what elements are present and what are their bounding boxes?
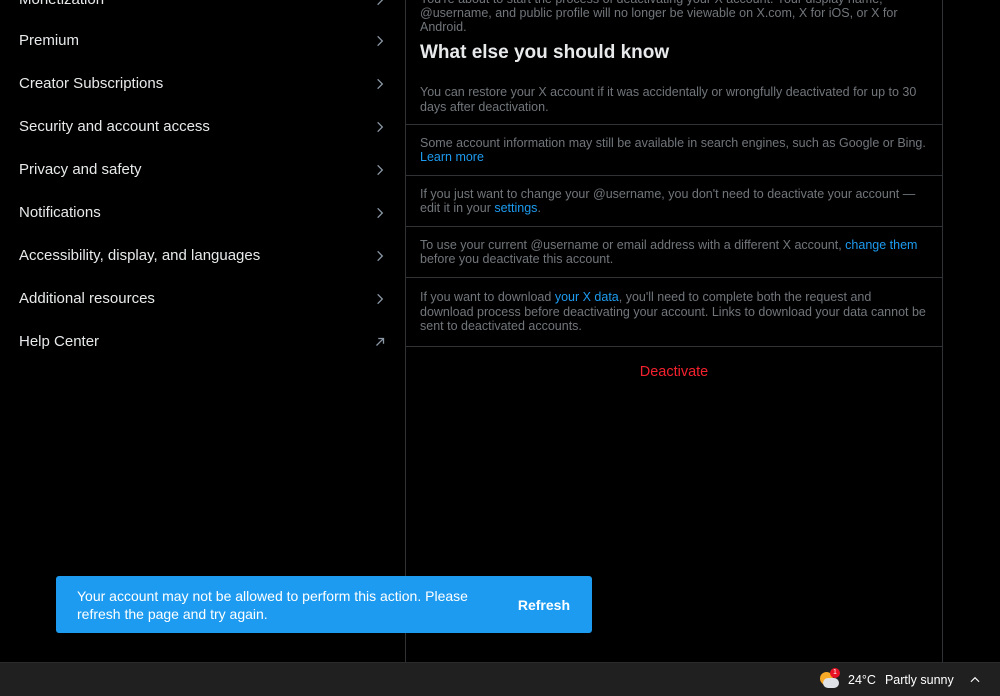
chevron-up-icon[interactable] bbox=[968, 673, 982, 687]
error-toast: Your account may not be allowed to perfo… bbox=[56, 576, 592, 633]
info-text: Some account information may still be av… bbox=[420, 135, 926, 150]
temperature: 24°C bbox=[848, 673, 876, 687]
section-title: What else you should know bbox=[420, 42, 670, 63]
info-text: You can restore your X account if it was… bbox=[420, 85, 917, 114]
nav-item-label: Notifications bbox=[19, 204, 101, 221]
intro-text: You're about to start the process of dea… bbox=[420, 0, 898, 34]
learn-more-link[interactable]: Learn more bbox=[420, 150, 484, 164]
nav-item-help-center[interactable]: Help Center bbox=[0, 320, 405, 363]
nav-item-accessibility[interactable]: Accessibility, display, and languages bbox=[0, 234, 405, 277]
weather-widget[interactable]: 1 24°C Partly sunny bbox=[818, 668, 954, 691]
nav-item-label: Privacy and safety bbox=[19, 161, 142, 178]
nav-item-premium[interactable]: Premium bbox=[0, 19, 405, 62]
nav-item-additional-resources[interactable]: Additional resources bbox=[0, 277, 405, 320]
chevron-right-icon bbox=[373, 163, 387, 177]
taskbar: 1 24°C Partly sunny bbox=[0, 662, 1000, 696]
info-block-change-username: If you just want to change your @usernam… bbox=[406, 176, 942, 227]
external-link-arrow-icon bbox=[373, 335, 387, 349]
change-them-link[interactable]: change them bbox=[845, 238, 917, 252]
settings-link[interactable]: settings bbox=[494, 201, 537, 215]
nav-item-label: Help Center bbox=[19, 333, 100, 350]
info-text: If you want to download bbox=[420, 290, 555, 305]
info-block-search-engines: Some account information may still be av… bbox=[406, 125, 942, 176]
nav-item-label: Security and account access bbox=[19, 118, 210, 135]
nav-item-monetization[interactable]: Monetization bbox=[0, 0, 405, 21]
chevron-right-icon bbox=[373, 120, 387, 134]
chevron-right-icon bbox=[373, 292, 387, 306]
chevron-right-icon bbox=[373, 249, 387, 263]
info-block-change-email: To use your current @username or email a… bbox=[406, 227, 942, 278]
notification-badge: 1 bbox=[830, 668, 840, 678]
info-text: To use your current @username or email a… bbox=[420, 237, 846, 252]
settings-nav: Monetization Premium Creator Subscriptio… bbox=[0, 0, 406, 662]
info-block-restore: You can restore your X account if it was… bbox=[406, 75, 942, 125]
nav-item-notifications[interactable]: Notifications bbox=[0, 191, 405, 234]
nav-item-label: Additional resources bbox=[19, 290, 155, 307]
deactivate-button[interactable]: Deactivate bbox=[406, 364, 942, 380]
chevron-right-icon bbox=[373, 34, 387, 48]
your-x-data-link[interactable]: your X data bbox=[555, 290, 619, 304]
nav-item-security[interactable]: Security and account access bbox=[0, 105, 405, 148]
nav-item-privacy[interactable]: Privacy and safety bbox=[0, 148, 405, 191]
chevron-right-icon bbox=[373, 206, 387, 220]
nav-item-label: Creator Subscriptions bbox=[19, 75, 164, 92]
nav-item-creator-subscriptions[interactable]: Creator Subscriptions bbox=[0, 62, 405, 105]
nav-item-label: Monetization bbox=[19, 0, 104, 8]
chevron-right-icon bbox=[373, 0, 387, 7]
partly-sunny-icon: 1 bbox=[818, 668, 840, 690]
info-block-download-data: If you want to download your X data, you… bbox=[406, 278, 942, 347]
toast-message: Your account may not be allowed to perfo… bbox=[77, 587, 468, 622]
info-text: . bbox=[537, 201, 541, 215]
page-gutter bbox=[943, 0, 1000, 662]
weather-condition: Partly sunny bbox=[884, 673, 954, 687]
deactivate-account-panel: You're about to start the process of dea… bbox=[406, 0, 943, 662]
info-text: before you deactivate this account. bbox=[420, 252, 614, 266]
chevron-right-icon bbox=[373, 77, 387, 91]
refresh-button[interactable]: Refresh bbox=[518, 597, 570, 613]
nav-item-label: Premium bbox=[19, 32, 80, 49]
nav-item-label: Accessibility, display, and languages bbox=[19, 247, 261, 264]
